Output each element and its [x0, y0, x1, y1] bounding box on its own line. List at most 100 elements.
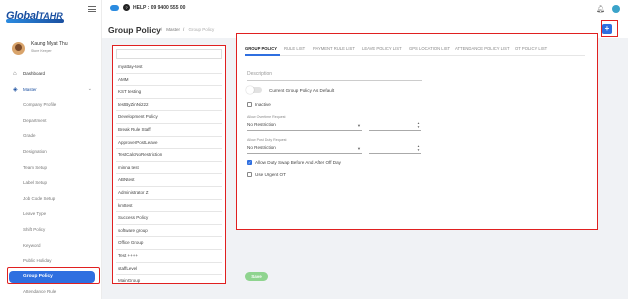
shield-icon: ◈: [13, 86, 18, 93]
default-toggle-label: Current Group Policy As Default: [269, 88, 335, 93]
tab-leave-policy-list[interactable]: LEAVE POLICY LIST: [362, 46, 402, 51]
list-item[interactable]: TestCalcNoRestriction: [116, 149, 222, 162]
list-item[interactable]: Test ++++: [116, 250, 222, 263]
list-item[interactable]: Administrator Z: [116, 187, 222, 200]
tab-payment-rule-list[interactable]: PAYMENT RULE LIST: [313, 46, 355, 51]
list-item[interactable]: myattay-test: [116, 61, 222, 74]
sidebar-item-label-setup[interactable]: Label Setup: [0, 175, 102, 191]
group-policy-list: myattay-test AMM KST testing testByZinNi222…: [112, 45, 226, 284]
tab-bar: GROUP POLICY RULE LIST PAYMENT RULE LIST LE…: [245, 42, 585, 56]
sidebar-item-dashboard[interactable]: ⌂ Dashboard: [0, 66, 102, 82]
post-duty-request-value: No Restriction: [247, 145, 276, 150]
sidebar-item-keyword[interactable]: Keyword: [0, 238, 102, 254]
home-icon[interactable]: ⌂: [155, 27, 158, 32]
sidebar-item-label: Company Profile: [23, 102, 57, 108]
top-avatar[interactable]: [612, 5, 620, 13]
breadcrumb-current: Group Policy: [188, 27, 215, 32]
duty-swap-checkbox[interactable]: [247, 160, 252, 165]
tab-attendance-policy-list[interactable]: ATTENDANCE POLICY LIST: [455, 46, 510, 51]
list-item[interactable]: KST testing: [116, 86, 222, 99]
user-name: Kaung Myat Thu: [31, 41, 68, 47]
sidebar-item-label: Department: [23, 117, 47, 123]
app-logo[interactable]: GlobalTAHR: [6, 6, 68, 26]
sidebar-item-label: Shift Policy: [23, 226, 46, 232]
sidebar-item-company-profile[interactable]: Company Profile: [0, 97, 102, 113]
active-tab-indicator: [245, 54, 280, 56]
cloud-icon[interactable]: [110, 5, 119, 11]
menu-toggle-icon[interactable]: [88, 6, 96, 12]
sidebar-item-label: Dashboard: [23, 71, 46, 76]
sidebar-item-team-setup[interactable]: Team Setup: [0, 160, 102, 176]
inactive-checkbox[interactable]: [247, 102, 252, 107]
post-duty-request-number[interactable]: ▲ ▼: [369, 144, 421, 154]
tab-gps-location-list[interactable]: GPS LOCATION LIST: [409, 46, 450, 51]
help-icon: ?: [123, 4, 130, 11]
sidebar-item-designation[interactable]: Designation: [0, 144, 102, 160]
urgent-ot-label: Use Urgent OT: [255, 172, 286, 177]
list-search-input[interactable]: [116, 49, 222, 59]
list-item[interactable]: Success Policy: [116, 212, 222, 225]
help-phone: HELP : 09 9400 555 00: [133, 5, 186, 11]
bell-icon[interactable]: 🔔︎: [596, 6, 605, 13]
sidebar-item-grade[interactable]: Grade: [0, 128, 102, 144]
overtime-request-value: No Restriction: [247, 122, 276, 127]
home-icon: ⌂: [13, 71, 17, 77]
sidebar-item-job-code-setup[interactable]: Job Code Setup: [0, 191, 102, 207]
sidebar-item-label: Keyword: [23, 242, 41, 248]
inactive-label: Inactive: [255, 102, 271, 107]
sidebar-item-label: Grade: [23, 133, 36, 139]
sidebar-item-label: Label Setup: [23, 180, 48, 186]
highlight-add-button: [601, 20, 618, 37]
sidebar-item-shift-policy[interactable]: Shift Policy: [0, 222, 102, 238]
list-item[interactable]: MainGroup: [116, 275, 222, 283]
sidebar-item-master[interactable]: ◈ Master ⌄: [0, 82, 102, 98]
sidebar: GlobalTAHR Kaung Myat Thu Store Keeper ⌂…: [0, 0, 102, 299]
tab-rule-list[interactable]: RULE LIST: [284, 46, 305, 51]
sidebar-item-label: Leave Type: [23, 211, 47, 217]
list-item[interactable]: staffLevel: [116, 263, 222, 276]
list-item[interactable]: Break Rule Staff: [116, 124, 222, 137]
list-item[interactable]: Development Policy: [116, 111, 222, 124]
breadcrumb: ⌂ / Master / Group Policy: [155, 27, 215, 32]
list-item[interactable]: kmttest: [116, 200, 222, 213]
urgent-ot-checkbox[interactable]: [247, 172, 252, 177]
chevron-down-icon: ▼: [357, 146, 361, 151]
avatar: [12, 42, 25, 55]
tab-ot-policy-list[interactable]: OT POLICY LIST: [515, 46, 547, 51]
user-profile[interactable]: Kaung Myat Thu Store Keeper: [12, 40, 98, 58]
chevron-down-icon: ⌄: [87, 85, 92, 92]
description-field[interactable]: Description: [247, 71, 422, 81]
sidebar-item-leave-type[interactable]: Leave Type: [0, 206, 102, 222]
sidebar-item-attendance-rule[interactable]: Attendance Rule: [0, 284, 102, 299]
sidebar-item-department[interactable]: Department: [0, 113, 102, 129]
default-toggle[interactable]: [246, 86, 262, 94]
overtime-request-select[interactable]: No Restriction ▼: [247, 122, 362, 131]
post-duty-request-label: Allow Post Duty Request: [247, 138, 287, 142]
save-button[interactable]: Save: [245, 272, 268, 281]
sidebar-item-label: Team Setup: [23, 164, 48, 170]
sidebar-item-label: Attendance Rule: [23, 289, 57, 295]
sidebar-item-label: Designation: [23, 148, 47, 154]
overtime-request-number[interactable]: ▲ ▼: [369, 121, 421, 131]
list-item[interactable]: software group: [116, 225, 222, 238]
breadcrumb-master[interactable]: Master: [166, 27, 180, 32]
list-item[interactable]: Office Group: [116, 237, 222, 250]
list-item[interactable]: AMM: [116, 74, 222, 87]
overtime-request-label: Allow Overtime Request: [247, 115, 286, 119]
list-item[interactable]: minna test: [116, 162, 222, 175]
sidebar-item-label: Job Code Setup: [23, 195, 56, 201]
logo-swoosh: [6, 19, 64, 23]
sidebar-nav: ⌂ Dashboard ◈ Master ⌄ Company Profile D…: [0, 66, 102, 299]
list-item[interactable]: testByZinNi222: [116, 99, 222, 112]
post-duty-request-select[interactable]: No Restriction ▼: [247, 145, 362, 154]
chevron-down-icon: ▼: [357, 123, 361, 128]
list-item[interactable]: ABNtest: [116, 174, 222, 187]
stepper-icon[interactable]: ▲ ▼: [417, 144, 420, 152]
stepper-icon[interactable]: ▲ ▼: [417, 121, 420, 129]
tab-group-policy[interactable]: GROUP POLICY: [245, 46, 277, 51]
highlight-group-policy-nav: [7, 267, 100, 284]
page-title: Group Policy: [108, 25, 161, 35]
list-item[interactable]: ApproverPostLeave: [116, 137, 222, 150]
sidebar-item-label: Public Holiday: [23, 258, 52, 264]
duty-swap-label: Allow Duty Swap Before And After Off Day: [255, 160, 341, 165]
